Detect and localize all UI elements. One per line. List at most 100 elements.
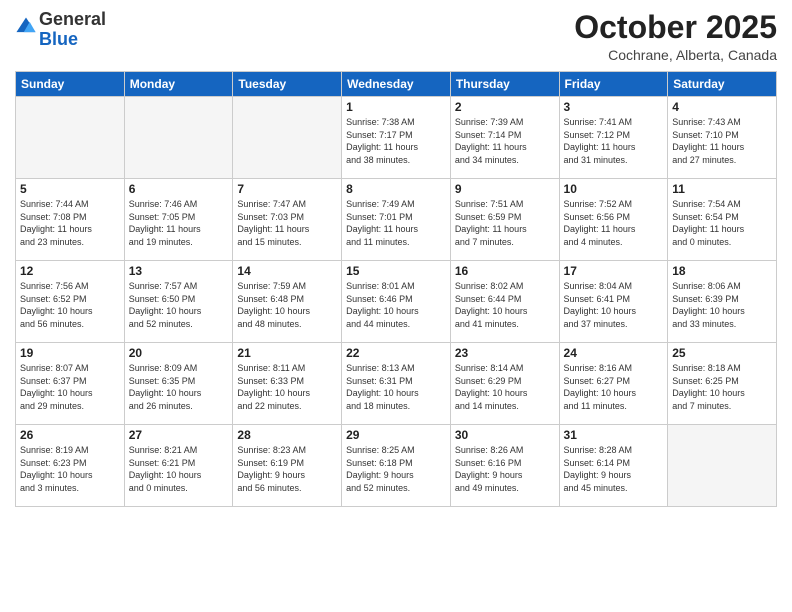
logo: General Blue — [15, 10, 106, 50]
logo-icon — [15, 16, 37, 38]
day-number: 24 — [564, 346, 664, 360]
table-row: 11Sunrise: 7:54 AM Sunset: 6:54 PM Dayli… — [668, 179, 777, 261]
day-info: Sunrise: 8:18 AM Sunset: 6:25 PM Dayligh… — [672, 362, 772, 412]
col-saturday: Saturday — [668, 72, 777, 97]
day-info: Sunrise: 7:39 AM Sunset: 7:14 PM Dayligh… — [455, 116, 555, 166]
table-row: 23 Sunrise: 8:14 AM Sunset: 6:29 PM Dayli… — [450, 343, 559, 425]
day-number: 18 — [672, 264, 772, 278]
page: General Blue October 2025 Cochrane, Albe… — [0, 0, 792, 612]
day-number: 13 — [129, 264, 229, 278]
day-info: Sunrise: 8:07 AM Sunset: 6:37 PM Dayligh… — [20, 362, 120, 412]
day-info: Sunrise: 8:09 AM Sunset: 6:35 PM Dayligh… — [129, 362, 229, 412]
col-monday: Monday — [124, 72, 233, 97]
table-row: 6 Sunrise: 7:46 AM Sunset: 7:05 PM Daylig… — [124, 179, 233, 261]
table-row: 25 Sunrise: 8:18 AM Sunset: 6:25 PM Dayli… — [668, 343, 777, 425]
table-row: 24 Sunrise: 8:16 AM Sunset: 6:27 PM Dayli… — [559, 343, 668, 425]
day-info: Sunrise: 7:43 AM Sunset: 7:10 PM Dayligh… — [672, 116, 772, 166]
day-number: 8 — [346, 182, 446, 196]
table-row: 27Sunrise: 8:21 AM Sunset: 6:21 PM Dayli… — [124, 425, 233, 507]
table-row: 3Sunrise: 7:41 AM Sunset: 7:12 PM Daylig… — [559, 97, 668, 179]
day-info: Sunrise: 8:25 AM Sunset: 6:18 PM Dayligh… — [346, 444, 446, 494]
day-info: Sunrise: 7:52 AM Sunset: 6:56 PM Dayligh… — [564, 198, 664, 248]
day-info: Sunrise: 7:46 AM Sunset: 7:05 PM Dayligh… — [129, 198, 229, 248]
day-info: Sunrise: 7:51 AM Sunset: 6:59 PM Dayligh… — [455, 198, 555, 248]
day-number: 20 — [129, 346, 229, 360]
table-row: 19 Sunrise: 8:07 AM Sunset: 6:37 PM Dayli… — [16, 343, 125, 425]
table-row: 9Sunrise: 7:51 AM Sunset: 6:59 PM Daylig… — [450, 179, 559, 261]
day-info: Sunrise: 8:14 AM Sunset: 6:29 PM Dayligh… — [455, 362, 555, 412]
calendar-week-row: 19 Sunrise: 8:07 AM Sunset: 6:37 PM Dayli… — [16, 343, 777, 425]
table-row — [124, 97, 233, 179]
header: General Blue October 2025 Cochrane, Albe… — [15, 10, 777, 63]
table-row: 15 Sunrise: 8:01 AM Sunset: 6:46 PM Dayli… — [342, 261, 451, 343]
day-info: Sunrise: 8:04 AM Sunset: 6:41 PM Dayligh… — [564, 280, 664, 330]
col-friday: Friday — [559, 72, 668, 97]
day-number: 14 — [237, 264, 337, 278]
day-info: Sunrise: 7:56 AM Sunset: 6:52 PM Dayligh… — [20, 280, 120, 330]
day-number: 1 — [346, 100, 446, 114]
table-row: 7 Sunrise: 7:47 AM Sunset: 7:03 PM Daylig… — [233, 179, 342, 261]
table-row: 20 Sunrise: 8:09 AM Sunset: 6:35 PM Dayli… — [124, 343, 233, 425]
table-row: 12Sunrise: 7:56 AM Sunset: 6:52 PM Dayli… — [16, 261, 125, 343]
day-number: 28 — [237, 428, 337, 442]
day-info: Sunrise: 7:54 AM Sunset: 6:54 PM Dayligh… — [672, 198, 772, 248]
table-row: 5 Sunrise: 7:44 AM Sunset: 7:08 PM Daylig… — [16, 179, 125, 261]
table-row: 16 Sunrise: 8:02 AM Sunset: 6:44 PM Dayli… — [450, 261, 559, 343]
calendar-week-row: 26 Sunrise: 8:19 AM Sunset: 6:23 PM Dayli… — [16, 425, 777, 507]
table-row: 28Sunrise: 8:23 AM Sunset: 6:19 PM Dayli… — [233, 425, 342, 507]
day-number: 31 — [564, 428, 664, 442]
col-wednesday: Wednesday — [342, 72, 451, 97]
table-row: 17 Sunrise: 8:04 AM Sunset: 6:41 PM Dayli… — [559, 261, 668, 343]
table-row: 31 Sunrise: 8:28 AM Sunset: 6:14 PM Dayli… — [559, 425, 668, 507]
day-number: 6 — [129, 182, 229, 196]
logo-general: General — [39, 9, 106, 29]
day-info: Sunrise: 7:59 AM Sunset: 6:48 PM Dayligh… — [237, 280, 337, 330]
day-number: 26 — [20, 428, 120, 442]
day-number: 10 — [564, 182, 664, 196]
table-row: 2Sunrise: 7:39 AM Sunset: 7:14 PM Daylig… — [450, 97, 559, 179]
day-info: Sunrise: 8:02 AM Sunset: 6:44 PM Dayligh… — [455, 280, 555, 330]
day-info: Sunrise: 8:19 AM Sunset: 6:23 PM Dayligh… — [20, 444, 120, 494]
day-info: Sunrise: 7:47 AM Sunset: 7:03 PM Dayligh… — [237, 198, 337, 248]
table-row: 29 Sunrise: 8:25 AM Sunset: 6:18 PM Dayli… — [342, 425, 451, 507]
day-number: 7 — [237, 182, 337, 196]
day-number: 30 — [455, 428, 555, 442]
day-info: Sunrise: 8:01 AM Sunset: 6:46 PM Dayligh… — [346, 280, 446, 330]
day-info: Sunrise: 8:28 AM Sunset: 6:14 PM Dayligh… — [564, 444, 664, 494]
day-number: 5 — [20, 182, 120, 196]
table-row: 13 Sunrise: 7:57 AM Sunset: 6:50 PM Dayli… — [124, 261, 233, 343]
table-row — [668, 425, 777, 507]
table-row: 22Sunrise: 8:13 AM Sunset: 6:31 PM Dayli… — [342, 343, 451, 425]
table-row: 4 Sunrise: 7:43 AM Sunset: 7:10 PM Daylig… — [668, 97, 777, 179]
title-block: October 2025 Cochrane, Alberta, Canada — [574, 10, 777, 63]
day-number: 19 — [20, 346, 120, 360]
day-number: 15 — [346, 264, 446, 278]
calendar-header-row: Sunday Monday Tuesday Wednesday Thursday… — [16, 72, 777, 97]
logo-blue: Blue — [39, 29, 78, 49]
day-info: Sunrise: 8:16 AM Sunset: 6:27 PM Dayligh… — [564, 362, 664, 412]
day-info: Sunrise: 7:49 AM Sunset: 7:01 PM Dayligh… — [346, 198, 446, 248]
day-number: 17 — [564, 264, 664, 278]
day-info: Sunrise: 7:57 AM Sunset: 6:50 PM Dayligh… — [129, 280, 229, 330]
day-number: 4 — [672, 100, 772, 114]
col-tuesday: Tuesday — [233, 72, 342, 97]
day-info: Sunrise: 7:41 AM Sunset: 7:12 PM Dayligh… — [564, 116, 664, 166]
table-row: 18Sunrise: 8:06 AM Sunset: 6:39 PM Dayli… — [668, 261, 777, 343]
table-row: 8 Sunrise: 7:49 AM Sunset: 7:01 PM Daylig… — [342, 179, 451, 261]
day-number: 23 — [455, 346, 555, 360]
day-number: 22 — [346, 346, 446, 360]
col-sunday: Sunday — [16, 72, 125, 97]
day-info: Sunrise: 7:44 AM Sunset: 7:08 PM Dayligh… — [20, 198, 120, 248]
calendar-week-row: 5 Sunrise: 7:44 AM Sunset: 7:08 PM Daylig… — [16, 179, 777, 261]
day-number: 16 — [455, 264, 555, 278]
day-number: 29 — [346, 428, 446, 442]
day-info: Sunrise: 8:11 AM Sunset: 6:33 PM Dayligh… — [237, 362, 337, 412]
table-row: 26 Sunrise: 8:19 AM Sunset: 6:23 PM Dayli… — [16, 425, 125, 507]
logo-text: General Blue — [39, 10, 106, 50]
table-row: 10 Sunrise: 7:52 AM Sunset: 6:56 PM Dayli… — [559, 179, 668, 261]
location: Cochrane, Alberta, Canada — [574, 47, 777, 63]
month-title: October 2025 — [574, 10, 777, 45]
table-row: 30Sunrise: 8:26 AM Sunset: 6:16 PM Dayli… — [450, 425, 559, 507]
day-number: 21 — [237, 346, 337, 360]
day-number: 25 — [672, 346, 772, 360]
